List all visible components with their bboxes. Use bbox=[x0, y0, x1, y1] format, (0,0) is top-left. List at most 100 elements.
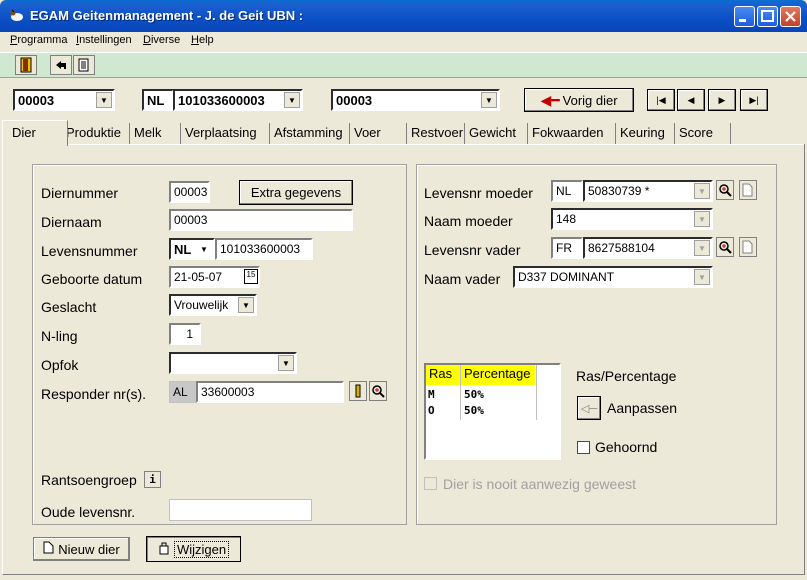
first-record-button[interactable]: |◀ bbox=[647, 89, 675, 111]
chevron-down-icon[interactable]: ▼ bbox=[694, 183, 710, 199]
tab-score[interactable]: Score bbox=[675, 123, 731, 144]
extra-gegevens-button[interactable]: Extra gegevens bbox=[239, 180, 353, 205]
nieuw-dier-label: Nieuw dier bbox=[58, 541, 120, 557]
responder-field[interactable]: 33600003 bbox=[196, 381, 344, 403]
document-icon[interactable] bbox=[73, 55, 95, 75]
tab-afstamming[interactable]: Afstamming bbox=[270, 123, 350, 144]
responder-prefix-value: AL bbox=[173, 385, 188, 399]
previous-animal-button[interactable]: ◀━ Vorig dier bbox=[524, 88, 634, 112]
geboorte-value: 21-05-07 bbox=[174, 270, 223, 284]
aanpassen-button[interactable]: ◁─ bbox=[577, 396, 601, 420]
life-number-combo[interactable]: 101033600003 ▼ bbox=[173, 89, 303, 111]
opfok-combo[interactable]: ▼ bbox=[169, 352, 297, 374]
levensnummer-country-value: NL bbox=[174, 241, 192, 257]
moeder-zoom-icon[interactable] bbox=[716, 180, 734, 200]
wijzigen-button[interactable]: Wijzigen bbox=[146, 536, 241, 562]
country-code-field[interactable]: NL bbox=[142, 89, 174, 111]
menu-help[interactable]: Help bbox=[191, 34, 214, 46]
minimize-button[interactable] bbox=[734, 6, 755, 27]
tab-restvoer[interactable]: Restvoer bbox=[407, 123, 465, 144]
zoom-search-icon[interactable] bbox=[369, 381, 387, 401]
responder-prefix: AL bbox=[169, 381, 197, 403]
tab-verplaatsing[interactable]: Verplaatsing bbox=[181, 123, 270, 144]
app-goat-icon bbox=[9, 8, 25, 24]
back-arrow-icon[interactable] bbox=[50, 55, 72, 75]
moeder-levensnr-combo[interactable]: 50830739 * ▼ bbox=[583, 180, 713, 202]
naam-vader-combo[interactable]: D337 DOMINANT ▼ bbox=[513, 266, 713, 288]
vader-country-value: FR bbox=[556, 241, 572, 255]
geslacht-combo[interactable]: Vrouwelijk ▼ bbox=[169, 294, 257, 316]
oude-levensnr-field[interactable] bbox=[169, 499, 312, 521]
vader-country-field[interactable]: FR bbox=[551, 237, 583, 259]
levensnummer-country-combo[interactable]: NL ▼ bbox=[169, 238, 215, 260]
oude-levensnr-label: Oude levensnr. bbox=[41, 504, 136, 520]
country-code-value: NL bbox=[147, 92, 165, 108]
animal-name-combo[interactable]: 00003 ▼ bbox=[331, 89, 500, 111]
life-number-value: 101033600003 bbox=[178, 92, 265, 108]
moeder-country-field[interactable]: NL bbox=[551, 180, 583, 202]
ras-cell: O bbox=[428, 404, 435, 417]
gehoornd-checkbox[interactable] bbox=[577, 441, 590, 454]
animal-number-value: 00003 bbox=[18, 92, 55, 108]
calendar-icon[interactable]: 15 bbox=[244, 269, 258, 284]
maximize-button[interactable] bbox=[757, 6, 778, 27]
chevron-down-icon[interactable]: ▼ bbox=[196, 241, 212, 257]
levensnummer-field[interactable]: 101033600003 bbox=[215, 238, 313, 260]
last-icon: ▶| bbox=[749, 94, 759, 105]
nling-field[interactable]: 1 bbox=[169, 323, 201, 345]
vader-levensnr-combo[interactable]: 8627588104 ▼ bbox=[583, 237, 713, 259]
moeder-country-value: NL bbox=[556, 184, 572, 198]
vader-document-icon[interactable] bbox=[739, 237, 757, 257]
chevron-down-icon[interactable]: ▼ bbox=[694, 269, 710, 285]
menu-instellingen[interactable]: Instellingen bbox=[76, 34, 132, 46]
diernaam-value: 00003 bbox=[174, 213, 208, 227]
chevron-down-icon[interactable]: ▼ bbox=[284, 92, 300, 108]
levensnummer-label: Levensnummer bbox=[41, 243, 138, 259]
transponder-icon[interactable] bbox=[349, 381, 367, 401]
tab-produktie[interactable]: Produktie bbox=[62, 123, 130, 144]
info-icon[interactable]: i bbox=[144, 471, 161, 488]
diernummer-value: 00003 bbox=[174, 185, 208, 199]
tab-dier-label: Dier bbox=[12, 125, 36, 140]
tab-fokwaarden[interactable]: Fokwaarden bbox=[528, 123, 616, 144]
menu-programma[interactable]: Programma bbox=[10, 34, 67, 46]
chevron-down-icon[interactable]: ▼ bbox=[96, 92, 112, 108]
chevron-down-icon[interactable]: ▼ bbox=[694, 211, 710, 227]
gehoornd-label: Gehoornd bbox=[595, 439, 658, 455]
column-divider bbox=[536, 365, 537, 420]
responder-label: Responder nr(s). bbox=[41, 386, 147, 402]
moeder-document-icon[interactable] bbox=[739, 180, 757, 200]
naam-moeder-combo[interactable]: 148 ▼ bbox=[551, 208, 713, 230]
animal-name-value: 00003 bbox=[336, 92, 373, 108]
naam-moeder-label: Naam moeder bbox=[424, 213, 513, 229]
last-record-button[interactable]: ▶| bbox=[740, 89, 768, 111]
nooit-aanwezig-label: Dier is nooit aanwezig geweest bbox=[443, 476, 636, 492]
chevron-down-icon[interactable]: ▼ bbox=[481, 92, 497, 108]
chevron-down-icon[interactable]: ▼ bbox=[238, 297, 254, 313]
window-title: EGAM Geitenmanagement - J. de Geit UBN : bbox=[30, 8, 304, 23]
tab-gewicht[interactable]: Gewicht bbox=[465, 123, 528, 144]
nooit-aanwezig-checkbox[interactable] bbox=[424, 477, 437, 490]
menu-diverse[interactable]: Diverse bbox=[143, 34, 180, 46]
previous-record-button[interactable]: ◀ bbox=[677, 89, 705, 111]
chevron-down-icon[interactable]: ▼ bbox=[694, 240, 710, 256]
close-button[interactable] bbox=[780, 6, 801, 27]
vader-label: Levensnr vader bbox=[424, 242, 521, 258]
tab-voer[interactable]: Voer bbox=[350, 123, 407, 144]
tab-keuring[interactable]: Keuring bbox=[616, 123, 675, 144]
wijzigen-label: Wijzigen bbox=[173, 540, 230, 558]
exit-door-icon[interactable] bbox=[15, 55, 37, 75]
percentage-cell: 50% bbox=[464, 388, 484, 401]
prev-icon: ◀ bbox=[687, 94, 695, 105]
diernummer-field[interactable]: 00003 bbox=[169, 181, 210, 203]
vader-zoom-icon[interactable] bbox=[716, 237, 734, 257]
red-left-arrow-icon: ◀━ bbox=[540, 91, 560, 108]
nieuw-dier-button[interactable]: Nieuw dier bbox=[33, 537, 130, 561]
next-record-button[interactable]: ▶ bbox=[708, 89, 736, 111]
tab-melk[interactable]: Melk bbox=[130, 123, 181, 144]
chevron-down-icon[interactable]: ▼ bbox=[278, 355, 294, 371]
opfok-label: Opfok bbox=[41, 357, 79, 373]
diernaam-field[interactable]: 00003 bbox=[169, 209, 353, 231]
animal-number-combo[interactable]: 00003 ▼ bbox=[13, 89, 115, 111]
moeder-levensnr-value: 50830739 * bbox=[588, 184, 650, 198]
